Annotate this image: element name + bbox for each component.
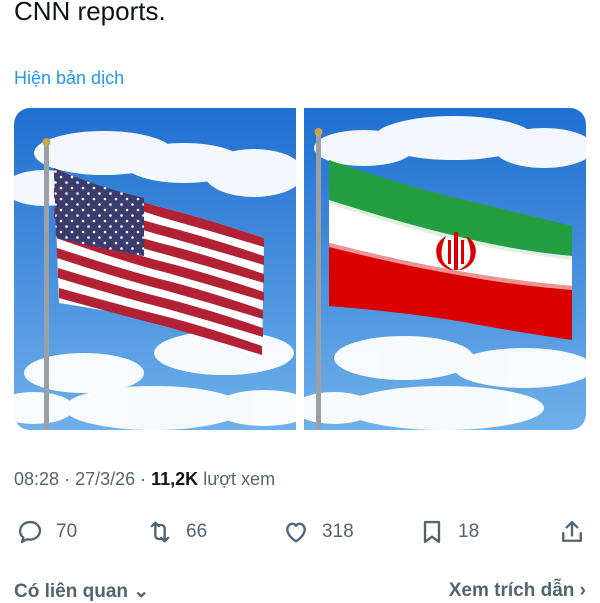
retweet-button[interactable]: 66 xyxy=(146,512,207,552)
like-count: 318 xyxy=(322,521,354,542)
view-quotes-link[interactable]: Xem trích dẫn › xyxy=(449,580,586,602)
views-label: lượt xem xyxy=(203,469,276,489)
bookmark-icon xyxy=(423,520,441,544)
chevron-right-icon: › xyxy=(579,580,586,601)
meta-separator: · xyxy=(140,469,152,489)
quotes-label: Xem trích dẫn xyxy=(448,580,575,601)
reply-button[interactable]: 70 xyxy=(16,512,77,552)
meta-separator: · xyxy=(64,469,76,489)
us-flag-image[interactable] xyxy=(14,108,296,430)
bookmark-button[interactable]: 18 xyxy=(418,512,479,552)
like-icon xyxy=(286,522,306,543)
reply-count: 70 xyxy=(56,521,78,542)
tweet-time[interactable]: 08:28 xyxy=(14,469,59,489)
tweet-text: CNN reports. xyxy=(14,0,166,26)
tweet-media[interactable] xyxy=(14,108,586,430)
show-translation-link[interactable]: Hiện bản dịch xyxy=(14,68,124,89)
share-icon xyxy=(562,520,582,542)
retweet-icon xyxy=(150,521,170,543)
bookmark-count: 18 xyxy=(458,521,480,542)
like-button[interactable]: 318 xyxy=(282,512,354,552)
views-count: 11,2K xyxy=(151,469,199,489)
retweet-count: 66 xyxy=(186,521,208,542)
tweet-actions: 70 66 318 18 xyxy=(14,512,586,552)
reply-icon xyxy=(18,520,42,544)
related-label: Có liên quan xyxy=(14,581,128,602)
iran-flag-image[interactable] xyxy=(304,108,586,430)
chevron-down-icon: ⌄ xyxy=(133,581,150,602)
share-button[interactable] xyxy=(558,512,586,552)
tweet-date[interactable]: 27/3/26 xyxy=(75,469,135,489)
tweet-metadata: 08:28 · 27/3/26 · 11,2K lượt xem xyxy=(14,469,275,490)
